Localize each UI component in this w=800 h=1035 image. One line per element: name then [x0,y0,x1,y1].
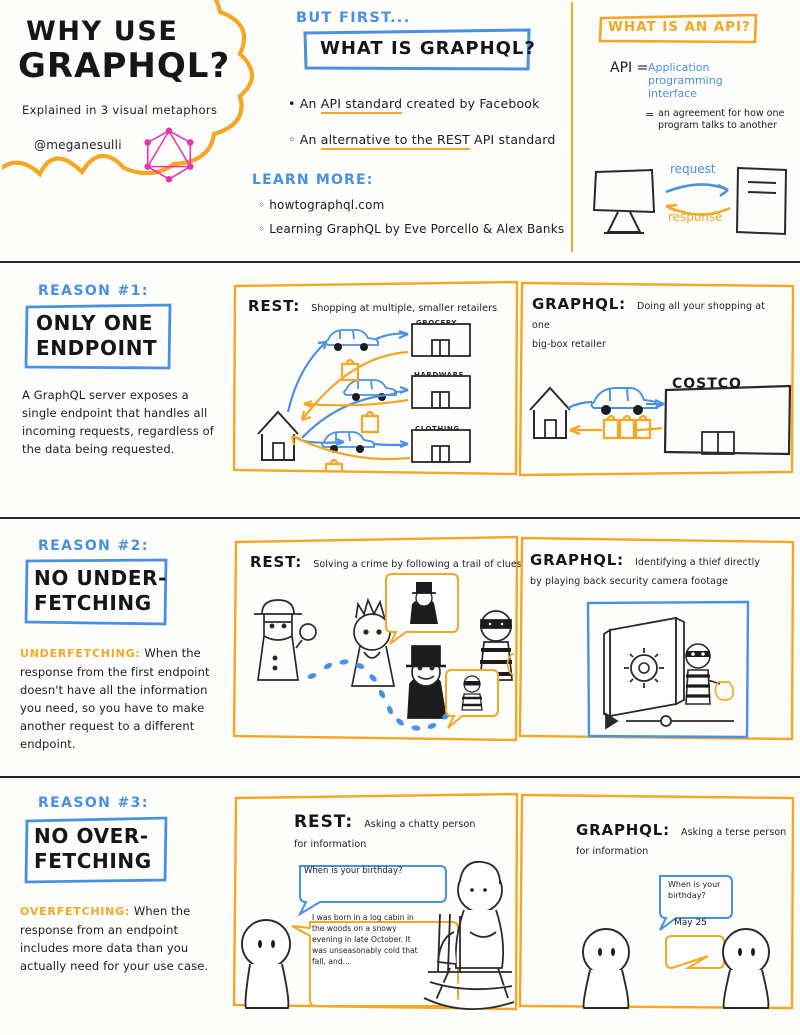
learn-more-heading: LEARN MORE: [252,172,374,188]
reason-2-def-body: When the response from the first endpoin… [20,646,210,751]
reason-1-body: A GraphQL server exposes a single endpoi… [22,388,214,456]
api-expansion: Application programming interface [648,61,723,100]
intro-bullet-1: • An API standard created by Facebook [288,96,540,114]
reason-1-title: ONLY ONE ENDPOINT [36,311,158,360]
reason-2-def-term: UNDERFETCHING: [20,647,141,660]
reason-3-graphql-head: GRAPHQL: Asking a terse person for infor… [576,820,788,858]
section-divider-1 [0,261,800,263]
rest-question-bubble-text: When is your birthday? [304,866,403,876]
reason-1-kicker: REASON #1: [38,283,149,299]
bullet-dot: ◦ [288,132,300,147]
store-label-grocery: GROCERY [416,319,458,327]
reason-2-kicker: REASON #2: [38,538,149,554]
graphql-label: GRAPHQL: [576,821,670,839]
section-divider-2 [0,517,800,519]
rest-label: REST: [294,812,354,832]
reason-3-kicker: REASON #3: [38,795,149,811]
reason-2-rest-diagram [254,573,514,731]
graphql-label: GRAPHQL: [532,295,626,313]
what-is-graphql-label: WHAT IS GRAPHQL? [320,38,536,59]
reason-2-title: NO UNDER- FETCHING [34,566,168,615]
rest-answer-bubble-text: I was born in a log cabin in the woods o… [312,913,418,966]
reason-2-body: UNDERFETCHING: When the response from th… [20,644,232,753]
sketchnote-page: WHY USE GRAPHQL? Explained in 3 visual m… [0,0,800,1035]
api-definition: an agreement for how one program talks t… [658,108,785,131]
intro-bullet-2: ◦ An alternative to the REST API standar… [288,132,556,150]
store-label-clothing: CLOTHING [415,425,460,433]
bullet-dot: ◦ [258,222,270,236]
graphql-label: GRAPHQL: [530,551,624,569]
learn-more-item-2-label: Learning GraphQL by Eve Porcello & Alex … [269,222,565,236]
reason-3-body: OVERFETCHING: When the response from an … [20,902,228,975]
section-divider-3 [0,776,800,778]
reason-3-def-term: OVERFETCHING: [20,905,131,918]
reason-2-video-player[interactable] [586,600,750,740]
bullet-1-pre: An [299,96,321,111]
bullet-2-pre: An [299,132,321,147]
graphql-answer-bubble-text: May 25 [674,918,707,928]
bullet-2-underlined: alternative to the REST [320,132,470,150]
what-is-an-api-label: WHAT IS AN API? [608,19,751,35]
api-equals-2: = [645,108,655,121]
reason-1-rest-diagram [257,323,471,472]
learn-more-item-1[interactable]: ◦ howtographql.com [258,198,384,212]
but-first-kicker: BUT FIRST... [296,10,411,26]
rest-label: REST: [250,553,303,571]
reason-1-graphql-head: GRAPHQL: Doing all your shopping at one … [532,294,782,351]
bullet-dot: ◦ [258,198,270,212]
bullet-1-post: created by Facebook [402,96,540,111]
client-server-diagram [592,166,788,236]
reason-3-rest-head: REST: Asking a chatty person for informa… [294,812,504,851]
rest-desc: Solving a crime by following a trail of … [313,559,522,570]
bullet-2-post: API standard [469,132,556,147]
store-label-hardware: HARDWARE [414,371,464,379]
reason-1-graphql-diagram [529,384,792,456]
store-label-costco: COSTCO [672,376,742,392]
learn-more-item-2[interactable]: ◦ Learning GraphQL by Eve Porcello & Ale… [258,222,564,236]
bullet-dot: • [288,96,300,111]
page-title-line2: GRAPHQL? [18,46,231,86]
author-handle: @meganesulli [34,138,122,152]
reason-2-graphql-head: GRAPHQL: Identifying a thief directly by… [530,550,786,588]
page-title-line1: WHY USE [26,16,179,47]
page-subtitle: Explained in 3 visual metaphors [22,103,218,117]
bullet-1-underlined: API standard [320,96,403,114]
reason-3-title: NO OVER- FETCHING [34,824,152,873]
learn-more-item-1-label: howtographql.com [269,198,385,212]
column-divider [571,2,573,252]
reason-2-rest-head: REST: Solving a crime by following a tra… [250,552,522,571]
graphql-logo-icon [144,127,194,183]
api-acronym: API = [610,60,649,76]
graphql-question-bubble-text: When is your birthday? [668,880,721,900]
